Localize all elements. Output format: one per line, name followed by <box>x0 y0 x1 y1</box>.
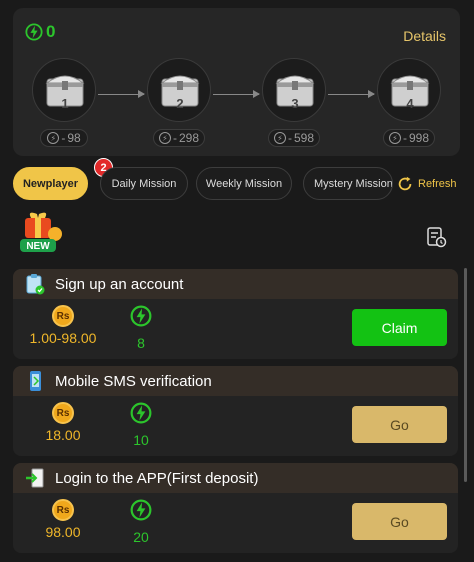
energy-balance: 0 <box>25 22 55 42</box>
scrollbar[interactable] <box>464 268 467 482</box>
energy-reward-value: 20 <box>133 529 149 545</box>
chest-cost-value: 998 <box>408 131 430 145</box>
refresh-icon <box>398 176 412 190</box>
energy-bolt-icon <box>130 499 152 521</box>
progress-arrow <box>98 90 145 98</box>
chest-progress-panel: 0 Details 1 2 3 4 ⚡ - 98 ⚡ - 298 ⚡ - 598… <box>13 8 460 156</box>
tab-newplayer[interactable]: Newplayer <box>13 167 88 200</box>
energy-reward-value: 10 <box>133 432 149 448</box>
cash-reward-value: 18.00 <box>45 427 81 443</box>
new-gift-icon: NEW <box>20 212 62 252</box>
energy-reward: 10 <box>126 402 156 448</box>
chest-1[interactable]: 1 <box>32 58 96 122</box>
refresh-label: Refresh <box>418 177 457 190</box>
task-title: Sign up an account <box>55 275 184 293</box>
task-card-app-login: Login to the APP(First deposit) Rs 98.00… <box>13 463 458 553</box>
mission-tabs: Newplayer 2 Daily Mission Weekly Mission… <box>13 158 460 201</box>
cash-reward: Rs 18.00 <box>25 402 101 443</box>
energy-reward: 20 <box>126 499 156 545</box>
rupee-coin-icon: Rs <box>52 305 74 327</box>
cash-reward: Rs 1.00-98.00 <box>25 305 101 346</box>
task-title: Login to the APP(First deposit) <box>55 469 259 487</box>
chest-3[interactable]: 3 <box>262 58 326 122</box>
cash-reward-value: 98.00 <box>45 524 81 540</box>
energy-bolt-icon <box>130 402 152 424</box>
record-history-icon[interactable] <box>425 226 447 248</box>
mobile-phone-icon <box>30 371 41 391</box>
chest-cost: ⚡ -298 <box>153 129 205 147</box>
chest-4[interactable]: 4 <box>377 58 441 122</box>
new-label: NEW <box>26 241 50 252</box>
claim-button[interactable]: Claim <box>352 309 447 346</box>
chest-number: 1 <box>61 96 69 111</box>
chest-number: 4 <box>406 96 414 111</box>
energy-bolt-icon <box>130 305 152 327</box>
go-button[interactable]: Go <box>352 406 447 443</box>
energy-bolt-icon: ⚡ <box>388 132 401 144</box>
refresh-button[interactable]: Refresh <box>393 167 457 200</box>
chest-cost-value: 298 <box>178 131 200 145</box>
task-title: Mobile SMS verification <box>55 372 212 390</box>
go-button[interactable]: Go <box>352 503 447 540</box>
energy-balance-value: 0 <box>46 22 56 41</box>
chest-number: 3 <box>291 96 299 111</box>
energy-bolt-icon: ⚡ <box>47 132 60 144</box>
chest-cost-value: 598 <box>293 131 315 145</box>
chest-cost: ⚡ -98 <box>40 129 88 147</box>
chest-2[interactable]: 2 <box>147 58 211 122</box>
progress-arrow <box>213 90 260 98</box>
tab-weekly-mission[interactable]: Weekly Mission <box>196 167 292 200</box>
cash-reward: Rs 98.00 <box>25 499 101 540</box>
task-card-sign-up: Sign up an account Rs 1.00-98.00 8 Claim <box>13 269 458 359</box>
task-card-sms-verification: Mobile SMS verification Rs 18.00 10 Go <box>13 366 458 456</box>
energy-reward-value: 8 <box>137 335 145 351</box>
cash-reward-value: 1.00-98.00 <box>29 330 97 346</box>
chest-number: 2 <box>176 96 184 111</box>
rupee-coin-icon: Rs <box>52 402 74 424</box>
rupee-coin-icon: Rs <box>52 499 74 521</box>
chest-cost: ⚡ -998 <box>383 129 435 147</box>
chest-cost: ⚡ -598 <box>268 129 320 147</box>
energy-bolt-icon: ⚡ <box>158 132 171 144</box>
energy-reward: 8 <box>126 305 156 351</box>
clipboard-check-icon <box>26 274 45 295</box>
chest-cost-value: 98 <box>67 131 81 145</box>
login-door-icon <box>26 468 44 488</box>
tab-daily-mission[interactable]: Daily Mission <box>100 167 188 200</box>
progress-arrow <box>328 90 375 98</box>
details-link[interactable]: Details <box>403 28 446 44</box>
tab-mystery-mission[interactable]: Mystery Mission <box>303 167 393 200</box>
energy-bolt-icon <box>25 23 43 41</box>
energy-bolt-icon: ⚡ <box>273 132 286 144</box>
